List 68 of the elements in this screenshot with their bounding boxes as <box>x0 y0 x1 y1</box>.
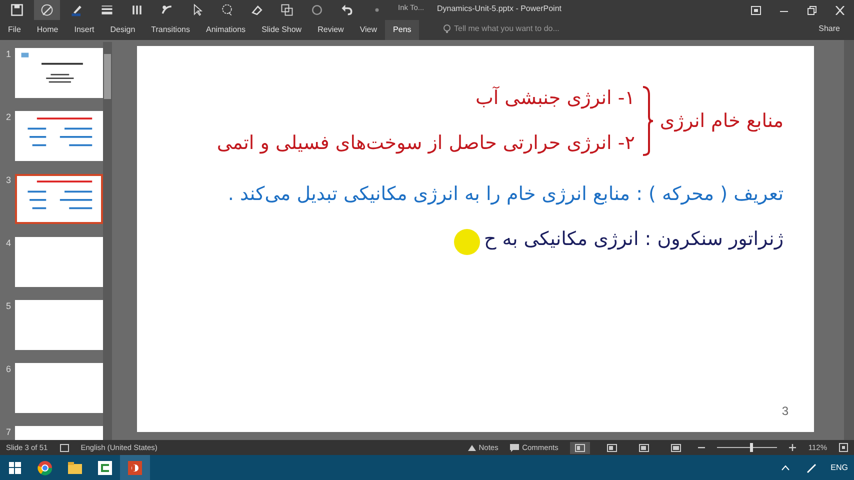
fit-slide-icon[interactable] <box>839 443 848 452</box>
line-thickness-icon <box>100 3 114 17</box>
zoom-out-icon[interactable] <box>698 444 706 451</box>
ribbon-tab[interactable]: Slide Show <box>254 20 310 40</box>
scrollbar-thumb[interactable] <box>104 54 111 99</box>
ribbon-tab[interactable]: Design <box>102 20 144 40</box>
highlighter-icon <box>70 3 84 17</box>
ribbon-tab[interactable]: Animations <box>198 20 254 40</box>
slide-number: 6 <box>6 363 12 376</box>
browser-icon <box>37 460 53 476</box>
slide-thumbnail[interactable] <box>15 174 104 224</box>
start-icon <box>7 460 23 476</box>
ink-list-item: ۲- انرژی حرارتی حاصل از سوخت‌های فسیلی و اتمی <box>216 131 635 156</box>
lasso-icon <box>220 3 234 17</box>
slide-thumbnail[interactable] <box>15 111 104 161</box>
ink-list-item: ۱- انرژی جنبشی آب <box>474 85 635 111</box>
slide-number: 4 <box>6 237 12 250</box>
slide-number: 5 <box>6 300 12 313</box>
slide-number: 2 <box>6 111 12 124</box>
ribbon-tab[interactable]: Insert <box>66 20 102 40</box>
ribbon-tab[interactable]: View <box>352 20 386 40</box>
save-icon <box>10 3 24 17</box>
normal-view-button[interactable] <box>570 442 590 454</box>
window-title: Dynamics-Unit-5.pptx - PowerPoint <box>437 3 562 15</box>
pen-button[interactable] <box>34 0 60 20</box>
slide-number: 7 <box>6 426 12 439</box>
folder-icon <box>67 460 83 476</box>
slide-show-icon <box>671 444 682 452</box>
slide-thumbnail[interactable] <box>15 237 104 287</box>
presentation-taskbar-button[interactable] <box>120 455 150 480</box>
zoom-in-icon[interactable] <box>789 444 796 451</box>
ribbon-tab[interactable]: Review <box>310 20 352 40</box>
comment-icon <box>510 444 520 452</box>
notes-icon <box>468 444 476 451</box>
ribbon-tab[interactable]: Home <box>28 20 66 40</box>
normal-view-icon <box>575 444 586 452</box>
ink-line: تعریف ( محرکه ) : منابع انرژی خام را به انرژی مکانیکی تبدیل می‌کند . <box>226 182 784 207</box>
pen-icon <box>40 3 54 17</box>
pen-style-icon <box>130 3 144 17</box>
slide-number: 1 <box>6 48 12 61</box>
lightbulb-icon <box>443 24 451 34</box>
ribbon-tab[interactable]: Pens <box>385 20 420 40</box>
slide-number: 3 <box>6 174 12 187</box>
ink-shapes-icon <box>280 3 294 17</box>
ink-heading: منابع خام انرژی <box>660 108 784 134</box>
ribbon-tab[interactable]: Transitions <box>143 20 198 40</box>
undo-icon <box>340 3 354 17</box>
presentation-icon <box>127 460 143 476</box>
ribbon-display-icon <box>751 6 761 14</box>
ribbon-tab[interactable]: File <box>0 20 29 40</box>
laser-pointer <box>454 228 480 254</box>
spellcheck-icon[interactable] <box>60 444 69 452</box>
tell-me-field[interactable]: Tell me what you want to do... <box>437 22 566 36</box>
replay-icon <box>310 3 324 17</box>
ink-line: ژنراتور سنکرون : انرژی مکانیکی به ح <box>484 224 784 253</box>
slide-thumbnail[interactable] <box>15 300 104 350</box>
reading-view-icon <box>639 444 650 452</box>
slide-thumbnail[interactable] <box>15 48 104 98</box>
eraser-icon <box>250 3 264 17</box>
zoom-slider-thumb[interactable] <box>750 443 754 452</box>
share-button[interactable]: Share <box>812 22 846 36</box>
slide-sorter-icon <box>607 444 618 452</box>
close-icon <box>835 6 845 14</box>
recorder-icon <box>97 460 113 476</box>
restore-icon <box>807 6 817 14</box>
page-number: 3 <box>782 403 788 420</box>
slide-thumbnail[interactable] <box>15 363 104 413</box>
input-language-indicator[interactable]: ENG <box>830 462 848 474</box>
